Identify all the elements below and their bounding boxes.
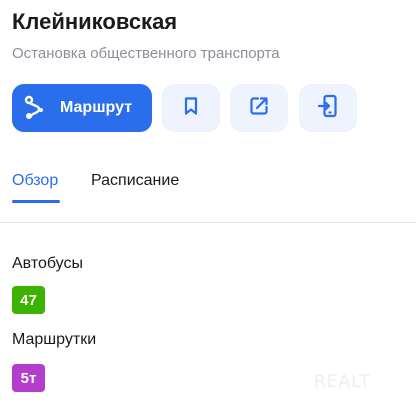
send-to-phone-icon [317,94,339,123]
bus-route-badge[interactable]: 47 [12,286,45,314]
route-button[interactable]: Маршрут [12,84,152,132]
tab-overview[interactable]: Обзор [12,172,61,203]
minibus-route-badge[interactable]: 5т [12,364,45,392]
bus-section-label: Автобусы [12,255,83,272]
bookmark-icon [181,96,201,121]
route-button-label: Маршрут [60,99,133,116]
tab-schedule[interactable]: Расписание [91,172,179,190]
route-icon [22,95,48,121]
minibus-section-label: Маршрутки [12,331,97,348]
page-title: Клейниковская [12,9,178,34]
watermark-logo: REALT [314,372,371,392]
share-button[interactable] [230,84,288,132]
page-subtitle: Остановка общественного транспорта [12,45,280,62]
tab-bar: Обзор Расписание [0,168,416,223]
share-icon [248,95,270,122]
send-to-phone-button[interactable] [299,84,357,132]
bookmark-button[interactable] [162,84,220,132]
